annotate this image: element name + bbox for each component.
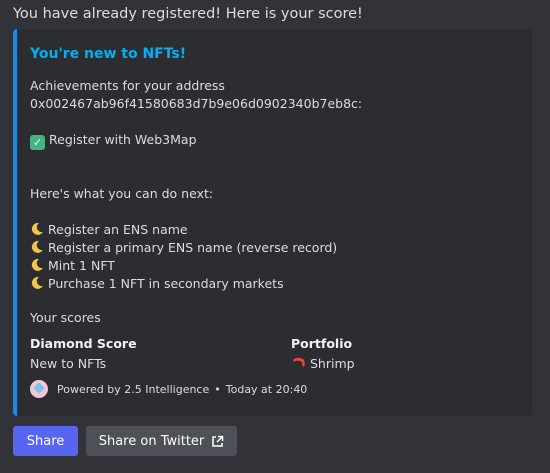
field-value: Shrimp xyxy=(291,356,355,374)
external-link-icon xyxy=(212,435,224,447)
field-name: Diamond Score xyxy=(30,336,137,351)
todo-item: Purchase 1 NFT in secondary markets xyxy=(30,275,362,293)
field-diamond-score: Diamond Score New to NFTs xyxy=(30,336,137,374)
wallet-address: 0x002467ab96f41580683d7b9e06d0902340b7eb… xyxy=(30,96,363,111)
embed-accent-bar xyxy=(13,29,17,416)
crescent-moon-icon xyxy=(31,240,43,253)
footer-timestamp: Today at 20:40 xyxy=(225,382,308,396)
embed-footer: Powered by 2.5 Intelligence • Today at 2… xyxy=(30,380,307,398)
crescent-moon-icon xyxy=(31,258,43,271)
share-on-twitter-label: Share on Twitter xyxy=(98,433,205,449)
share-on-twitter-button[interactable]: Share on Twitter xyxy=(86,426,237,456)
todo-item: Register a primary ENS name (reverse rec… xyxy=(30,239,362,257)
share-button-label: Share xyxy=(26,433,65,449)
provider-logo-icon xyxy=(30,380,48,398)
shrimp-icon xyxy=(293,357,305,367)
field-value: New to NFTs xyxy=(30,356,107,371)
crescent-moon-icon xyxy=(31,276,43,289)
embed-title: You're new to NFTs! xyxy=(30,46,187,62)
todo-item: Mint 1 NFT xyxy=(30,257,362,275)
embed-description: Achievements for your address 0x002467ab… xyxy=(30,77,362,293)
scores-label: Your scores xyxy=(30,310,101,325)
check-mark-icon: ✓ xyxy=(30,135,45,150)
achievements-heading: Achievements for your address xyxy=(30,78,225,93)
share-button[interactable]: Share xyxy=(13,426,78,456)
footer-text: Powered by 2.5 Intelligence xyxy=(57,382,210,396)
todo-item: Register an ENS name xyxy=(30,221,362,239)
field-portfolio: Portfolio Shrimp xyxy=(291,336,355,374)
message-text: You have already registered! Here is you… xyxy=(13,6,363,22)
discord-message: You have already registered! Here is you… xyxy=(0,0,550,473)
next-heading: Here's what you can do next: xyxy=(30,186,214,201)
crescent-moon-icon xyxy=(31,222,43,235)
footer-separator: • xyxy=(214,382,221,396)
score-embed: You're new to NFTs! Achievements for you… xyxy=(13,29,532,416)
done-item: ✓ Register with Web3Map xyxy=(30,131,362,150)
field-name: Portfolio xyxy=(291,336,353,351)
